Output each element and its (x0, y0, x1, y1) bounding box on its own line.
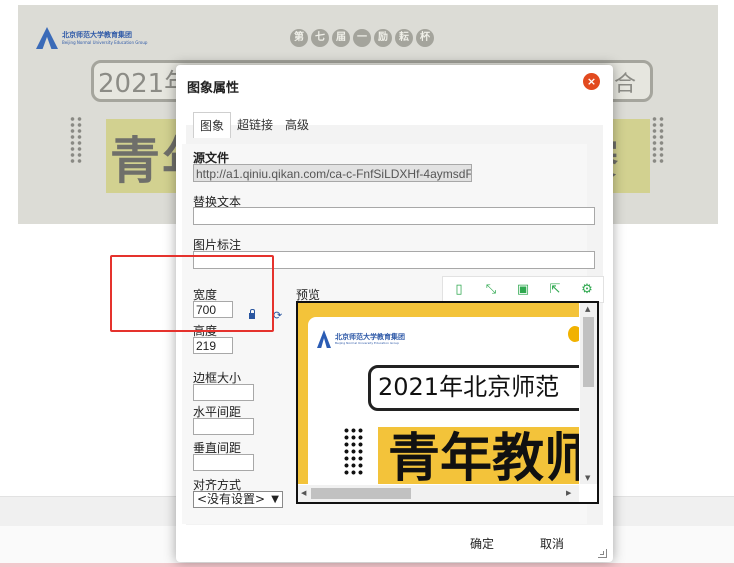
banner-year-tail: 合 (614, 72, 637, 97)
scroll-left-icon[interactable]: ◀ (301, 489, 306, 497)
image-preview[interactable]: 北京师范大学教育集团 Beijing Normal University Edu… (296, 301, 599, 504)
banner-org-name: 北京师范大学教育集团 (62, 31, 132, 39)
slogan-char: 励 (374, 29, 392, 47)
source-input[interactable]: http://a1.qiniu.qikan.com/ca-c-FnfSiLDXH… (193, 164, 472, 182)
banner-dots-left (69, 116, 83, 164)
save-icon[interactable]: ▣ (516, 282, 530, 297)
slogan-char: 届 (332, 29, 350, 47)
highlight-annotation (110, 255, 274, 332)
dialog-title[interactable]: 图象属性 (187, 77, 239, 96)
preview-toolbar: ▯ ⤡ ▣ ⇱ ⚙ (442, 276, 604, 303)
banner-org-sub: Beijing Normal University Education Grou… (62, 40, 148, 45)
preview-vertical-thumb[interactable] (583, 317, 594, 387)
preview-year-text: 2021年北京师范 (378, 373, 560, 401)
close-button[interactable]: × (583, 73, 600, 90)
border-input[interactable] (193, 384, 254, 401)
slogan-char: 七 (311, 29, 329, 47)
vspace-input[interactable] (193, 454, 254, 471)
page-bottom-line (0, 563, 734, 567)
preview-vertical-scrollbar[interactable]: ▲ ▼ (580, 303, 597, 484)
slogan-char: 第 (290, 29, 308, 47)
preview-org-sub: Beijing Normal University Education Grou… (335, 341, 400, 345)
ok-button[interactable]: 确定 (470, 535, 494, 552)
reset-size-icon[interactable]: ⟳ (273, 309, 282, 322)
dialog-footer: 确定 取消 (176, 525, 613, 562)
scroll-up-icon[interactable]: ▲ (585, 305, 590, 313)
alt-text-input[interactable] (193, 207, 595, 225)
tab-hyperlink[interactable]: 超链接 (231, 112, 279, 138)
preview-dots (343, 427, 363, 477)
tab-bar: 图象 超链接 高级 (193, 112, 315, 138)
hspace-input[interactable] (193, 418, 254, 435)
preview-horizontal-scrollbar[interactable]: ◀ ▶ (298, 485, 579, 502)
banner-dots-right (651, 116, 665, 164)
cancel-button[interactable]: 取消 (540, 535, 564, 552)
slogan-char: 杯 (416, 29, 434, 47)
preview-image: 北京师范大学教育集团 Beijing Normal University Edu… (298, 303, 579, 484)
banner-slogan: 第 七 届 一 励 耘 杯 (290, 29, 434, 47)
fit-icon[interactable]: ▯ (452, 282, 466, 297)
preview-horizontal-thumb[interactable] (311, 488, 411, 499)
logo-icon (36, 27, 58, 49)
tab-image[interactable]: 图象 (193, 112, 232, 138)
share-icon[interactable]: ⇱ (548, 282, 562, 297)
settings-icon[interactable]: ⚙ (580, 282, 594, 297)
fullscreen-icon[interactable]: ⤡ (484, 282, 498, 297)
slogan-char: 耘 (395, 29, 413, 47)
align-select-value: <没有设置> (197, 492, 266, 506)
preview-big-text: 青年教师 (388, 429, 579, 484)
height-input[interactable]: 219 (193, 337, 233, 354)
slogan-char: 一 (353, 29, 371, 47)
resize-grip-icon[interactable] (598, 549, 607, 558)
preview-badge (568, 326, 579, 342)
chevron-down-icon: ▼ (271, 494, 279, 505)
align-select[interactable]: <没有设置> ▼ (193, 491, 283, 508)
scroll-down-icon[interactable]: ▼ (585, 474, 590, 482)
scroll-right-icon[interactable]: ▶ (566, 489, 571, 497)
tab-advanced[interactable]: 高级 (279, 112, 315, 138)
